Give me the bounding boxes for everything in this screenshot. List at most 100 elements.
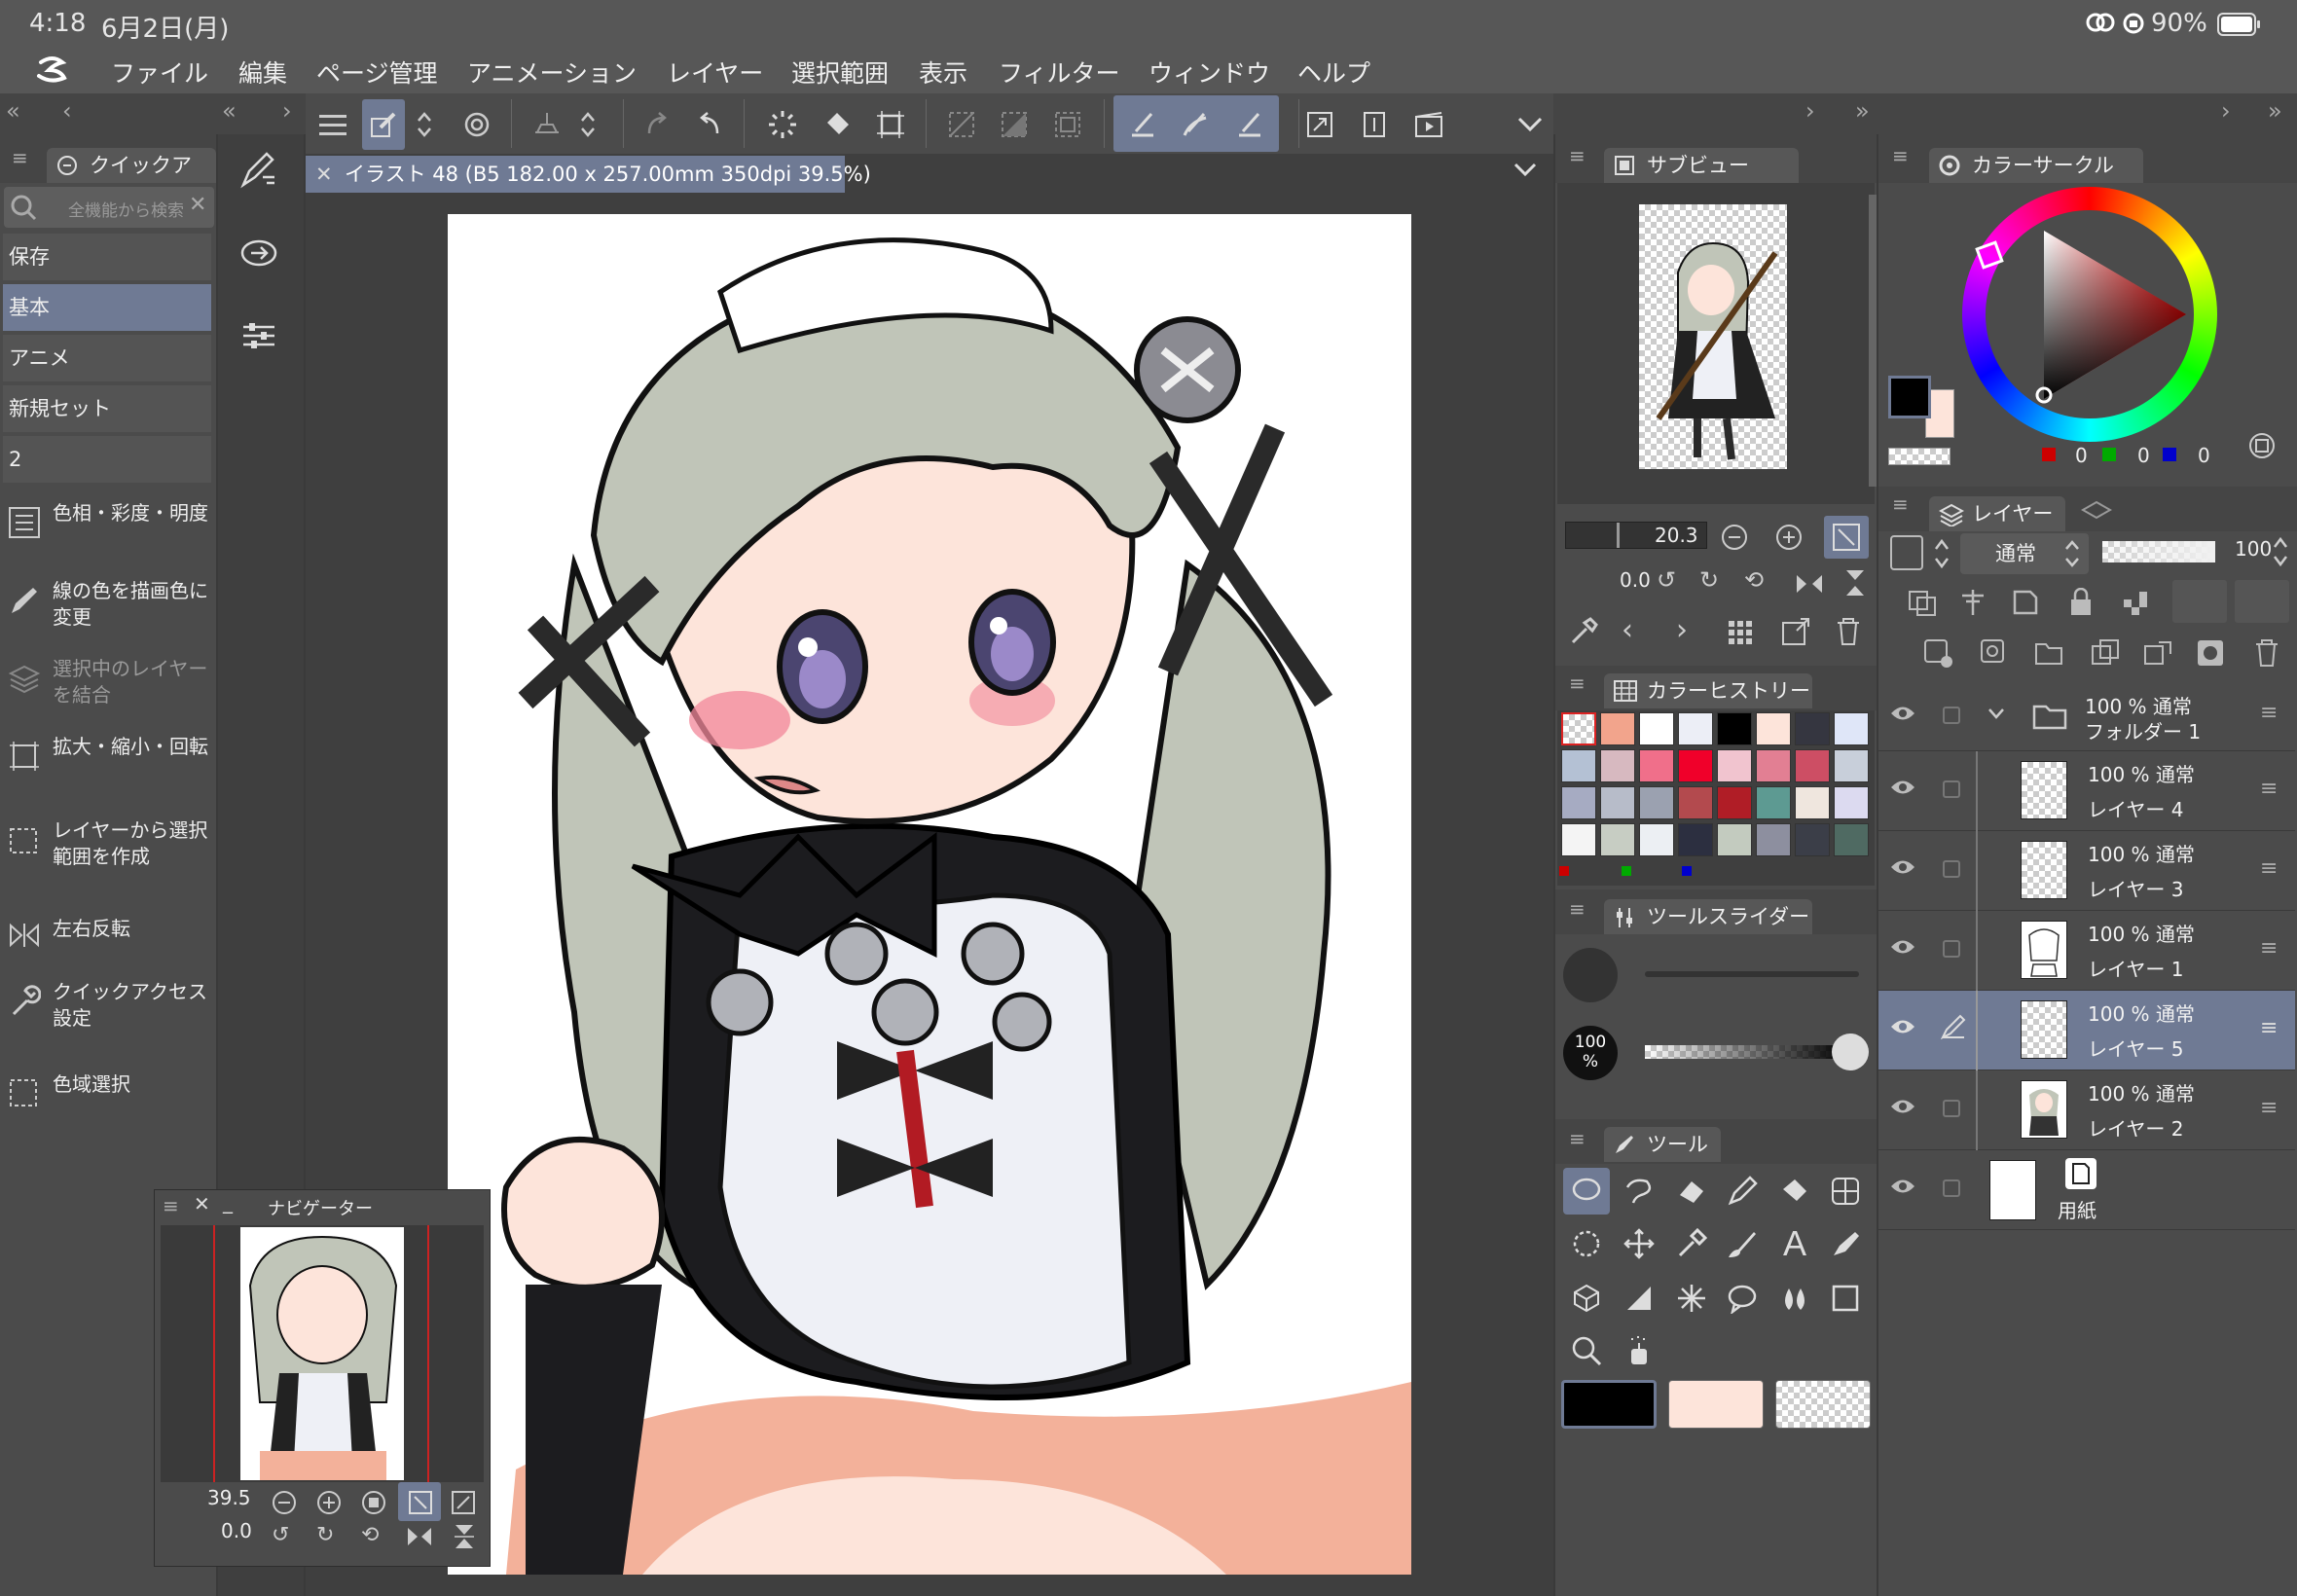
tool-lasso[interactable] — [1563, 1168, 1610, 1215]
layer-opacity-slider[interactable] — [2102, 541, 2215, 562]
sliders-icon[interactable] — [241, 321, 276, 350]
color-history-swatch[interactable] — [1639, 786, 1674, 819]
color-history-swatch[interactable] — [1717, 786, 1752, 819]
search-input[interactable]: 全機能から検索 ✕ — [4, 187, 214, 228]
import-image-icon[interactable] — [1781, 617, 1810, 646]
tab-quick-access[interactable]: クイックア — [47, 148, 216, 183]
chevron-right-icon-2[interactable]: › — [1805, 97, 1815, 125]
tab-subview[interactable]: サブビュー — [1604, 148, 1799, 183]
tool-balloon[interactable] — [1719, 1275, 1766, 1322]
tool-ruler[interactable] — [1616, 1275, 1662, 1322]
panel-menu-icon-3[interactable]: ≡ — [1569, 671, 1586, 695]
color-history-swatch[interactable] — [1600, 786, 1635, 819]
zoom-in-icon-2[interactable] — [1775, 524, 1803, 551]
ruler-toggle[interactable] — [2235, 580, 2289, 623]
next-icon[interactable]: › — [1676, 613, 1688, 647]
chevron-right-icon-3[interactable]: › — [2221, 97, 2231, 125]
menu-file[interactable]: ファイル — [111, 54, 208, 90]
new-vector-layer-icon[interactable] — [1980, 638, 2011, 668]
invert-selection-icon[interactable] — [993, 99, 1036, 150]
layer-handle-icon[interactable]: ≡ — [2260, 1016, 2278, 1040]
qa-set-save[interactable]: 保存 — [3, 234, 211, 280]
undo-icon[interactable] — [687, 99, 730, 150]
layer-select-checkbox[interactable] — [1943, 707, 1960, 724]
tab-color-history[interactable]: カラーヒストリー — [1604, 673, 1812, 708]
color-history-swatch[interactable] — [1561, 786, 1596, 819]
tool-shape[interactable] — [1822, 1275, 1869, 1322]
merge-down-icon[interactable] — [2143, 638, 2174, 668]
subview-fit-button[interactable] — [1824, 516, 1869, 559]
menu-window[interactable]: ウィンドウ — [1148, 54, 1270, 90]
transform-icon[interactable] — [869, 99, 912, 150]
sub-color-swatch[interactable] — [1668, 1380, 1764, 1429]
subview-scrollbar[interactable] — [1869, 195, 1877, 487]
panel-menu-icon[interactable]: ≡ — [12, 146, 28, 169]
new-folder-icon[interactable] — [2034, 638, 2065, 666]
select-all-icon[interactable] — [1046, 99, 1089, 150]
color-history-swatch[interactable] — [1678, 786, 1713, 819]
menu-animation[interactable]: アニメーション — [467, 54, 637, 90]
mask-toggle[interactable] — [2172, 580, 2227, 623]
fill-icon[interactable] — [816, 99, 858, 150]
layer-select-checkbox[interactable] — [1943, 940, 1960, 958]
chevron-left-icon[interactable]: ‹ — [62, 97, 72, 125]
tab-tool-slider[interactable]: ツールスライダー — [1604, 899, 1812, 934]
color-history-swatch[interactable] — [1795, 786, 1830, 819]
qa-set-basic[interactable]: 基本 — [3, 284, 211, 331]
color-history-swatch[interactable] — [1678, 823, 1713, 856]
tool-airbrush[interactable] — [1616, 1327, 1662, 1374]
expand-right-icon[interactable]: » — [1855, 97, 1870, 125]
panel-menu-icon-2[interactable]: ≡ — [1569, 144, 1586, 167]
visibility-eye-icon[interactable] — [1890, 1018, 1915, 1035]
close-tab-icon[interactable]: ✕ — [315, 156, 333, 193]
color-history-swatch[interactable] — [1834, 786, 1869, 819]
chevron-right-icon[interactable]: › — [282, 97, 292, 125]
tab-color-circle[interactable]: カラーサークル — [1929, 148, 2143, 183]
layer-row-4[interactable]: 100 % 通常 レイヤー 4 ≡ — [1878, 751, 2295, 831]
flip-v-icon-2[interactable] — [1843, 568, 1867, 598]
layer-select-checkbox[interactable] — [1943, 780, 1960, 798]
layer-handle-icon[interactable]: ≡ — [2260, 1096, 2278, 1120]
tool-pen[interactable] — [1719, 1168, 1766, 1215]
color-history-swatch[interactable] — [1561, 749, 1596, 782]
tool-frame[interactable] — [1822, 1168, 1869, 1215]
grid-snap-icon[interactable] — [1228, 99, 1271, 150]
tool-property-icon[interactable] — [239, 150, 278, 189]
color-history-swatch[interactable] — [1795, 823, 1830, 856]
color-history-swatch[interactable] — [1678, 712, 1713, 745]
color-history-swatch[interactable] — [1600, 712, 1635, 745]
lock-icon[interactable] — [2069, 588, 2093, 617]
qa-set-anime[interactable]: アニメ — [3, 335, 211, 381]
tool-effect-line[interactable] — [1668, 1275, 1715, 1322]
updown-icon-3[interactable] — [1933, 537, 1951, 570]
opacity-slider-knob[interactable] — [1832, 1034, 1869, 1070]
rotate-right-icon-2[interactable]: ↻ — [1699, 566, 1719, 594]
tool-zoom[interactable] — [1563, 1327, 1610, 1374]
delete-layer-icon[interactable] — [2254, 638, 2279, 668]
layer-mask-icon[interactable] — [2196, 638, 2225, 668]
menu-filter[interactable]: フィルター — [999, 54, 1120, 90]
ruler-snap-icon[interactable] — [1121, 99, 1164, 150]
collapse-left-icon[interactable]: « — [6, 97, 20, 125]
color-history-swatch[interactable] — [1600, 823, 1635, 856]
lasso-icon[interactable] — [456, 99, 498, 150]
layer-select-checkbox[interactable] — [1943, 860, 1960, 878]
rotate-right-icon[interactable]: ↻ — [316, 1523, 334, 1547]
rotate-left-icon-2[interactable]: ↺ — [1657, 566, 1676, 594]
layer-handle-icon[interactable]: ≡ — [2260, 777, 2278, 801]
flip-h-icon-2[interactable] — [1795, 572, 1824, 596]
visibility-eye-icon[interactable] — [1890, 858, 1915, 876]
menu-edit[interactable]: 編集 — [238, 54, 287, 90]
clip-icon[interactable] — [1908, 590, 1937, 617]
updown-icon-2[interactable] — [576, 99, 600, 150]
zoom-out-icon[interactable] — [272, 1490, 297, 1515]
color-history-swatch[interactable] — [1600, 749, 1635, 782]
qa-cmd-settings[interactable]: クイックアクセス設定 — [4, 979, 208, 1032]
flip-v-icon[interactable] — [453, 1523, 476, 1550]
color-history-swatch[interactable] — [1756, 712, 1791, 745]
animation-icon[interactable] — [1407, 99, 1450, 150]
edit-mode-icon[interactable] — [362, 99, 405, 150]
app-logo-icon[interactable] — [33, 54, 72, 88]
navigator-close-icon[interactable]: ✕ — [194, 1192, 210, 1215]
rotate-left-icon[interactable]: ↺ — [272, 1523, 289, 1547]
